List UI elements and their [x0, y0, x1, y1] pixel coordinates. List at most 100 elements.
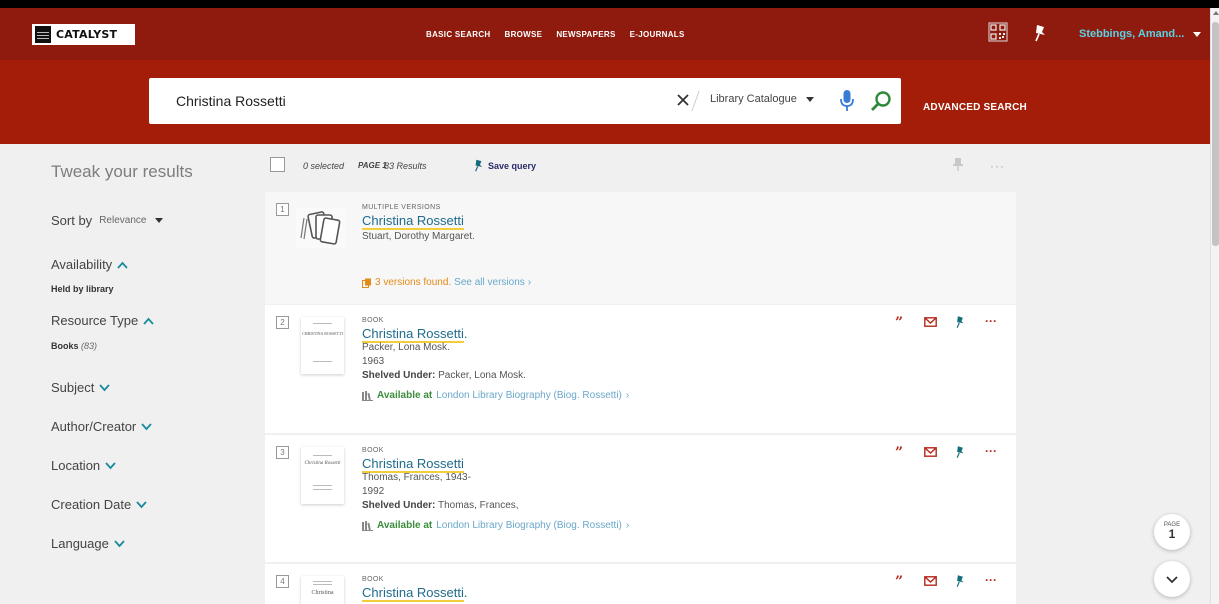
- result-type: BOOK: [362, 317, 384, 324]
- more-icon[interactable]: ···: [985, 444, 997, 458]
- scroll-up-arrow-icon[interactable]: [1213, 11, 1219, 15]
- book-shelf-icon: [362, 520, 373, 531]
- pin-icon[interactable]: [955, 315, 965, 329]
- results-count: 83 Results: [384, 161, 427, 171]
- result-item[interactable]: 2 CHRISTINA ROSSETTI BOOK Christina Ross…: [265, 305, 1016, 433]
- shelved-value: Packer, Lona Mosk.: [438, 370, 526, 381]
- result-item[interactable]: 3 Christina Rossetti BOOK Christina Ross…: [265, 435, 1016, 562]
- more-icon[interactable]: ···: [985, 573, 997, 587]
- result-actions: ” ···: [895, 573, 997, 590]
- search-band: Library Catalogue ADVANCED SEARCH: [0, 60, 1210, 144]
- nav-browse[interactable]: BROWSE: [505, 30, 543, 39]
- mail-icon[interactable]: [924, 317, 937, 327]
- result-type: BOOK: [362, 576, 384, 583]
- quote-icon[interactable]: ”: [895, 574, 903, 590]
- user-menu[interactable]: Stebbings, Amand...: [1079, 28, 1202, 40]
- book-cover-thumbnail: Christina Rossetti: [301, 447, 344, 504]
- pin-icon[interactable]: [953, 157, 963, 171]
- facet-availability[interactable]: Availability: [51, 257, 128, 272]
- chevron-down-icon: [136, 500, 147, 508]
- page-indicator[interactable]: PAGE 1: [1154, 514, 1190, 550]
- facet-subject[interactable]: Subject: [51, 380, 111, 395]
- clear-icon[interactable]: [676, 93, 690, 107]
- scrollbar-thumb[interactable]: [1212, 22, 1219, 246]
- pin-icon[interactable]: [955, 445, 965, 459]
- search-box: Library Catalogue: [149, 78, 901, 124]
- see-all-versions-link[interactable]: 3 versions found. See all versions ›: [362, 277, 531, 288]
- nav-basic-search[interactable]: BASIC SEARCH: [426, 30, 491, 39]
- sort-label: Sort by: [51, 213, 93, 228]
- logo[interactable]: CATALYST: [32, 24, 135, 45]
- sort-by[interactable]: Sort by Relevance: [51, 213, 164, 228]
- result-number: 2: [276, 316, 289, 329]
- facet-value-held-by-library[interactable]: Held by library: [51, 284, 114, 294]
- results-toolbar: 0 selected PAGE 1 83 Results Save query …: [270, 153, 1015, 175]
- facet-value-count: (83): [81, 341, 98, 351]
- result-item[interactable]: 4 Christina BOOK Christina Rossetti. ” ·…: [265, 564, 1016, 604]
- nav-newspapers[interactable]: NEWSPAPERS: [556, 30, 615, 39]
- facet-label: Location: [51, 458, 101, 473]
- facet-location[interactable]: Location: [51, 458, 116, 473]
- scope-divider: [691, 91, 700, 111]
- mail-icon[interactable]: [924, 576, 937, 586]
- result-title-link[interactable]: Christina Rossetti.: [362, 585, 468, 602]
- result-year: 1963: [362, 356, 385, 367]
- advanced-search-link[interactable]: ADVANCED SEARCH: [923, 102, 1027, 113]
- scope-select-value: Library Catalogue: [710, 93, 797, 105]
- quote-icon[interactable]: ”: [895, 445, 903, 461]
- pin-icon[interactable]: [955, 574, 965, 588]
- sidebar-title: Tweak your results: [51, 162, 193, 181]
- result-title-link[interactable]: Christina Rossetti: [362, 456, 464, 473]
- result-shelved-under: Shelved Under: Thomas, Frances,: [362, 500, 519, 511]
- pin-icon[interactable]: [1033, 24, 1047, 42]
- facet-language[interactable]: Language: [51, 536, 125, 551]
- scope-select[interactable]: Library Catalogue: [710, 93, 814, 105]
- book-cover-thumbnail: Christina: [301, 576, 344, 604]
- save-query-label: Save query: [488, 160, 537, 171]
- scrollbar[interactable]: [1210, 8, 1219, 604]
- qr-code-icon[interactable]: [988, 22, 1008, 42]
- facet-author-creator[interactable]: Author/Creator: [51, 419, 152, 434]
- chevron-down-icon: [805, 96, 814, 102]
- facet-value-books[interactable]: Books (83): [51, 341, 97, 351]
- facet-label: Availability: [51, 257, 113, 272]
- availability-link[interactable]: Available at London Library Biography (B…: [362, 390, 629, 401]
- thumb-caption: CHRISTINA ROSSETTI: [302, 331, 343, 336]
- result-number: 4: [276, 575, 289, 588]
- chevron-right-icon: ›: [625, 520, 630, 531]
- availability-status: Available at: [377, 390, 433, 401]
- select-all-checkbox[interactable]: [270, 157, 285, 172]
- result-title-link[interactable]: Christina Rossetti: [362, 213, 464, 230]
- more-icon[interactable]: ···: [985, 314, 997, 328]
- result-type: BOOK: [362, 447, 384, 454]
- chevron-down-icon: [99, 383, 111, 391]
- result-item[interactable]: 1 MULTIPLE VERSIONS Christina Rossetti S…: [265, 192, 1016, 304]
- versions-icon: [296, 208, 346, 248]
- search-input[interactable]: [176, 90, 676, 112]
- quote-icon[interactable]: ”: [895, 315, 903, 331]
- chevron-up-icon: [117, 261, 128, 269]
- chevron-down-icon: [114, 539, 125, 547]
- result-actions: ” ···: [895, 314, 997, 331]
- chevron-down-icon: [1193, 31, 1202, 37]
- shelved-label: Shelved Under:: [362, 370, 436, 381]
- nav-e-journals[interactable]: E-JOURNALS: [630, 30, 685, 39]
- result-title-link[interactable]: Christina Rossetti.: [362, 326, 468, 343]
- scroll-down-button[interactable]: [1154, 561, 1190, 597]
- facet-resource-type[interactable]: Resource Type: [51, 313, 154, 328]
- versions-icon: [362, 278, 371, 288]
- save-query-button[interactable]: Save query: [473, 159, 536, 172]
- chevron-up-icon: [143, 317, 154, 325]
- result-author: Packer, Lona Mosk.: [362, 342, 450, 353]
- selected-count: 0 selected: [303, 161, 345, 171]
- availability-link[interactable]: Available at London Library Biography (B…: [362, 520, 629, 531]
- facet-creation-date[interactable]: Creation Date: [51, 497, 147, 512]
- page-indicator-number: 1: [1168, 527, 1176, 541]
- mic-icon[interactable]: [839, 89, 855, 113]
- search-icon[interactable]: [870, 90, 892, 112]
- shelved-label: Shelved Under:: [362, 500, 436, 511]
- facet-value-label: Books: [51, 341, 79, 351]
- mail-icon[interactable]: [924, 447, 937, 457]
- logo-text: CATALYST: [56, 28, 118, 41]
- more-icon[interactable]: ···: [990, 159, 1005, 173]
